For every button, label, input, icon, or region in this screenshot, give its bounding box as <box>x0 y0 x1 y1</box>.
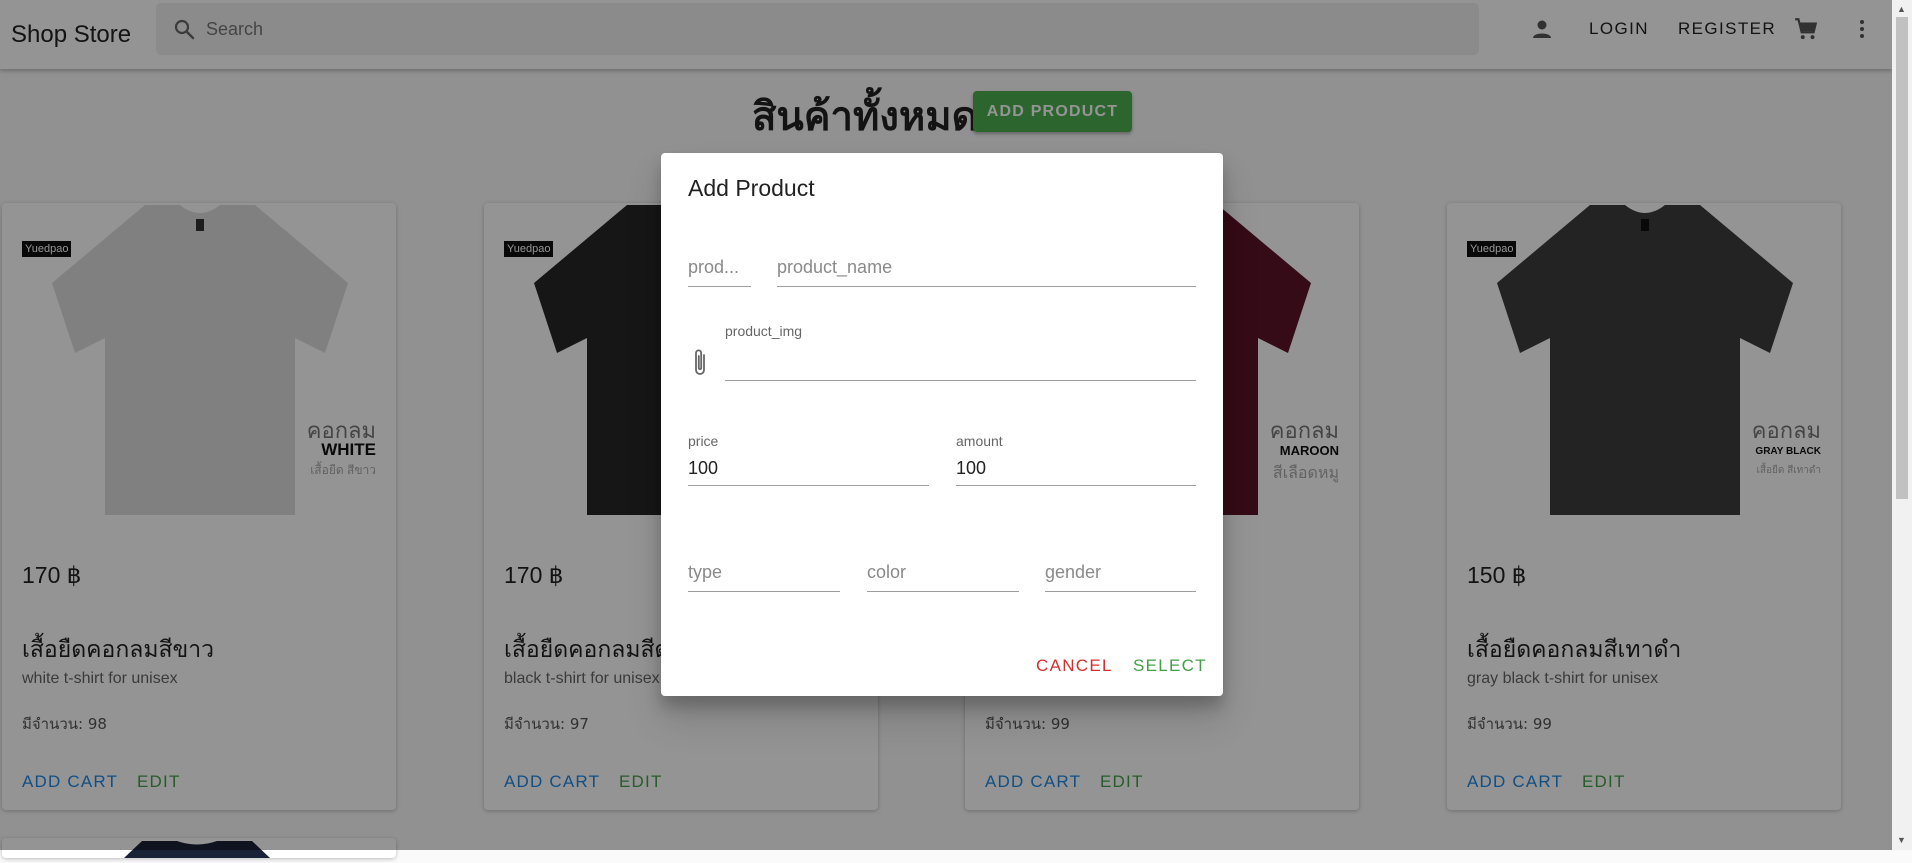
product-id-field[interactable]: prod... <box>688 241 751 287</box>
type-placeholder: type <box>688 562 723 582</box>
product-img-field[interactable]: product_img <box>725 323 1196 381</box>
color-placeholder: color <box>867 562 907 582</box>
price-label: price <box>688 433 719 449</box>
product-img-label: product_img <box>725 323 803 339</box>
product-name-field[interactable]: product_name <box>777 241 1196 287</box>
color-field[interactable]: color <box>867 548 1019 592</box>
amount-field[interactable]: amount 100 <box>956 433 1196 486</box>
amount-label: amount <box>956 433 1003 449</box>
cancel-button[interactable]: CANCEL <box>1036 656 1113 676</box>
amount-value: 100 <box>956 458 987 478</box>
attach-file-icon[interactable] <box>691 347 709 379</box>
dialog-title: Add Product <box>688 175 815 201</box>
gender-placeholder: gender <box>1045 562 1102 582</box>
scrollbar-thumb[interactable] <box>1896 17 1908 499</box>
price-field[interactable]: price 100 <box>688 433 929 486</box>
product-name-placeholder: product_name <box>777 257 893 277</box>
add-product-dialog: Add Product prod... product_name product… <box>661 153 1223 696</box>
page-scrollbar[interactable]: ▲ ▼ <box>1892 0 1912 850</box>
scroll-up-icon[interactable]: ▲ <box>1897 4 1906 14</box>
select-button[interactable]: SELECT <box>1133 656 1207 676</box>
price-value: 100 <box>688 458 719 478</box>
scroll-down-icon[interactable]: ▼ <box>1897 835 1906 845</box>
product-id-placeholder: prod... <box>688 257 740 277</box>
type-field[interactable]: type <box>688 548 840 592</box>
gender-field[interactable]: gender <box>1045 548 1196 592</box>
